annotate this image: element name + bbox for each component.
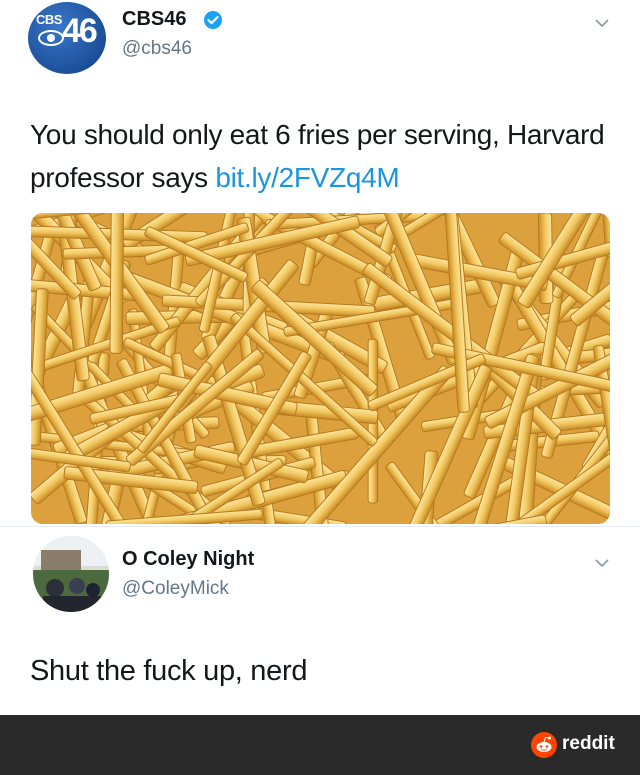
fry [109, 213, 125, 354]
fries-photo-icon [31, 213, 610, 524]
tweet-text: You should only eat 6 fries per serving,… [30, 113, 610, 199]
divider [0, 526, 640, 527]
avatar-logo-number: 46 [62, 12, 98, 50]
tweet-link[interactable]: bit.ly/2FVZq4M [215, 162, 399, 193]
reply-author-handle[interactable]: @ColeyMick [122, 578, 229, 600]
reddit-label: reddit [562, 733, 615, 754]
chevron-down-icon[interactable] [595, 16, 609, 30]
reddit-icon [531, 732, 557, 758]
author-handle[interactable]: @cbs46 [122, 38, 192, 60]
author-avatar[interactable]: CBS 46 [28, 2, 106, 74]
author-name[interactable]: CBS46 [122, 8, 186, 31]
reply-text: Shut the fuck up, nerd [30, 655, 308, 687]
cbs-eye-icon [38, 30, 64, 46]
reply-author-name[interactable]: O Coley Night [122, 548, 254, 571]
tweet-media-image[interactable] [31, 213, 610, 524]
tweet: CBS 46 CBS46 @cbs46 You should only eat … [0, 0, 640, 524]
reply-author-avatar[interactable] [33, 536, 109, 612]
verified-badge-icon [204, 11, 222, 29]
avatar-logo-text: CBS [36, 12, 62, 27]
chevron-down-icon[interactable] [595, 556, 609, 570]
